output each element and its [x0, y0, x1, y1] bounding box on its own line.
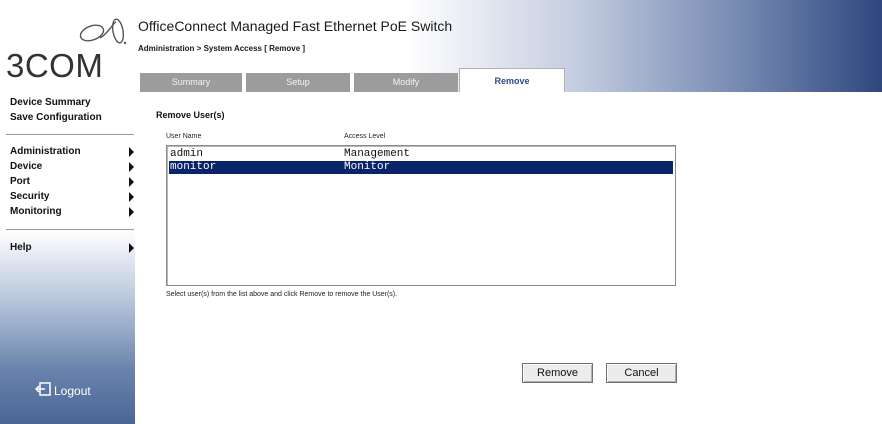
main-content: Remove User(s) User Name Access Level ad… [135, 92, 882, 424]
breadcrumb: Administration > System Access [ Remove … [138, 44, 306, 53]
chevron-right-icon [129, 162, 134, 172]
sidebar-item-label: Device [10, 161, 43, 172]
page-title: OfficeConnect Managed Fast Ethernet PoE … [138, 18, 453, 34]
sidebar-item-label: Security [10, 191, 50, 202]
sidebar-item-monitoring[interactable]: Monitoring [10, 206, 134, 220]
logo-text: 3COM [6, 47, 104, 84]
logout-icon [35, 382, 51, 396]
sidebar-item-label: Help [10, 242, 32, 253]
tab-setup[interactable]: Setup [246, 73, 350, 92]
list-item[interactable]: admin Management [169, 148, 673, 161]
sidebar-item-device[interactable]: Device [10, 161, 134, 175]
sidebar-item-administration[interactable]: Administration [10, 146, 134, 160]
chevron-right-icon [129, 177, 134, 187]
tab-modify[interactable]: Modify [354, 73, 458, 92]
access-level-cell: Management [344, 148, 411, 160]
device-summary-link[interactable]: Device Summary [10, 97, 91, 108]
remove-button[interactable]: Remove [522, 363, 593, 383]
user-name-cell: admin [170, 148, 204, 160]
chevron-right-icon [129, 192, 134, 202]
logo: 3COM [0, 0, 135, 84]
user-listbox[interactable]: admin Management monitor Monitor [166, 145, 676, 286]
sidebar-item-help[interactable]: Help [10, 242, 134, 256]
header: OfficeConnect Managed Fast Ethernet PoE … [135, 0, 882, 92]
save-configuration-link[interactable]: Save Configuration [10, 112, 102, 123]
sidebar-divider [6, 229, 134, 230]
logout-label: Logout [54, 384, 91, 398]
sidebar-item-label: Administration [10, 146, 81, 157]
sidebar-item-security[interactable]: Security [10, 191, 134, 205]
column-header-user-name: User Name [166, 133, 202, 140]
access-level-cell: Monitor [344, 161, 391, 173]
sidebar-item-label: Monitoring [10, 206, 62, 217]
tab-remove[interactable]: Remove [459, 68, 565, 92]
3com-logo-mark-icon [79, 18, 127, 45]
section-title: Remove User(s) [156, 110, 225, 120]
tab-bar: Summary Setup Modify Remove [140, 68, 740, 92]
sidebar-item-port[interactable]: Port [10, 176, 134, 190]
cancel-button[interactable]: Cancel [606, 363, 677, 383]
column-header-access-level: Access Level [344, 133, 386, 140]
sidebar: 3COM Device Summary Save Configuration A… [0, 0, 135, 424]
instruction-text: Select user(s) from the list above and c… [166, 291, 398, 298]
user-name-cell: monitor [170, 161, 217, 173]
chevron-right-icon [129, 243, 134, 253]
list-item[interactable]: monitor Monitor [169, 161, 673, 174]
chevron-right-icon [129, 147, 134, 157]
sidebar-item-label: Port [10, 176, 30, 187]
chevron-right-icon [129, 207, 134, 217]
tab-summary[interactable]: Summary [140, 73, 242, 92]
sidebar-divider [6, 134, 134, 135]
